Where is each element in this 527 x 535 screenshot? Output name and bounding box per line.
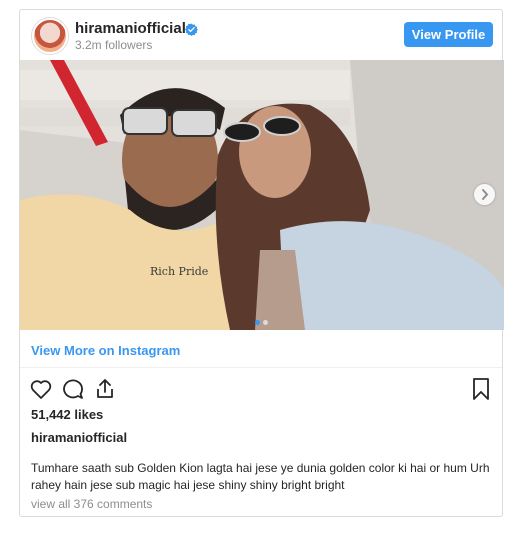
- caption-username[interactable]: hiramaniofficial: [31, 430, 127, 445]
- divider: [20, 367, 502, 368]
- view-profile-button[interactable]: View Profile: [404, 22, 493, 47]
- like-count[interactable]: 51,442 likes: [31, 407, 103, 422]
- post-header: hiramaniofficial 3.2m followers View Pro…: [20, 10, 502, 60]
- photo-illustration: Rich Pride: [20, 60, 504, 330]
- profile-avatar[interactable]: [32, 18, 68, 54]
- post-caption: Tumhare saath sub Golden Kion lagta hai …: [31, 461, 490, 492]
- share-icon[interactable]: [93, 377, 117, 401]
- carousel-dot-active: [255, 320, 260, 325]
- view-more-on-instagram-link[interactable]: View More on Instagram: [31, 343, 180, 358]
- carousel-indicator: [255, 312, 271, 325]
- profile-username[interactable]: hiramaniofficial: [75, 20, 186, 37]
- carousel-next-button[interactable]: [474, 184, 495, 205]
- verified-badge-icon: [185, 23, 198, 36]
- carousel-dot: [263, 320, 268, 325]
- follower-count: 3.2m followers: [75, 38, 153, 52]
- heart-icon[interactable]: [29, 377, 53, 401]
- svg-text:Rich Pride: Rich Pride: [150, 265, 208, 278]
- action-bar: [20, 373, 502, 403]
- bookmark-icon[interactable]: [469, 377, 493, 401]
- comment-bubble-icon[interactable]: [61, 377, 85, 401]
- post-photo[interactable]: Rich Pride: [20, 60, 504, 330]
- view-all-comments-link[interactable]: view all 376 comments: [31, 497, 152, 511]
- instagram-embed-card: hiramaniofficial 3.2m followers View Pro…: [19, 9, 504, 517]
- chevron-right-icon: [482, 189, 489, 200]
